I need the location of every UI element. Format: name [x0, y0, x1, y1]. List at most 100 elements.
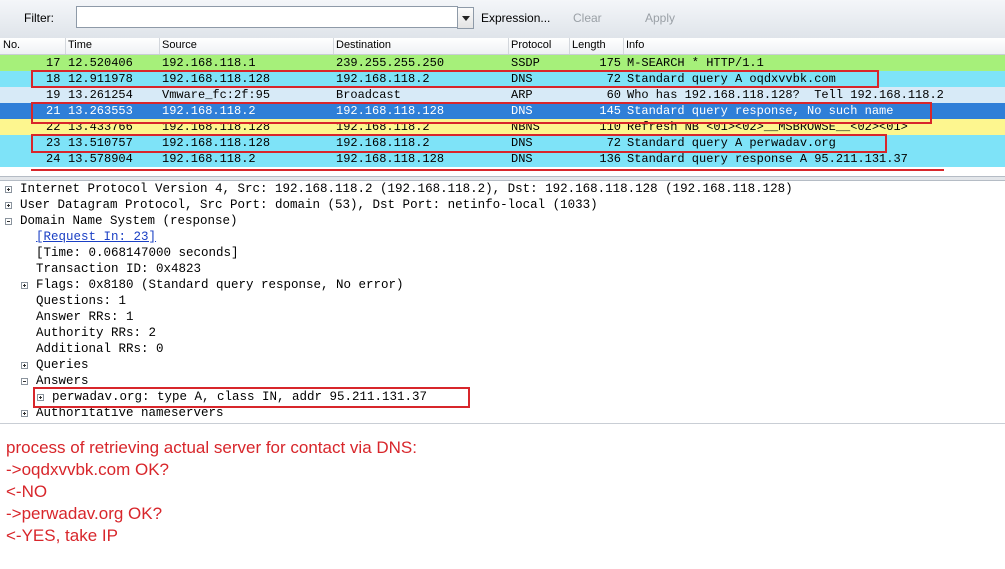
- cell-length: 60: [606, 88, 621, 102]
- expression-button[interactable]: Expression...: [481, 11, 550, 25]
- expand-icon[interactable]: [37, 394, 44, 401]
- packet-row-selected[interactable]: 21 13.263553 192.168.118.2 192.168.118.1…: [0, 103, 1005, 119]
- cell-no: 24: [46, 152, 61, 166]
- cell-source: 192.168.118.2: [162, 152, 256, 166]
- column-header-protocol[interactable]: Protocol: [511, 39, 551, 51]
- expand-icon[interactable]: [21, 362, 28, 369]
- annotation-line: <-YES, take IP: [6, 526, 118, 545]
- expand-icon[interactable]: [5, 202, 12, 209]
- cell-info: Standard query A oqdxvvbk.com: [627, 72, 836, 86]
- cell-protocol: NBNS: [511, 120, 540, 134]
- column-header-destination[interactable]: Destination: [336, 39, 391, 51]
- cell-no: 22: [46, 120, 61, 134]
- cell-no: 18: [46, 72, 61, 86]
- cell-destination: 192.168.118.2: [336, 136, 430, 150]
- annotation-line: ->perwadav.org OK?: [6, 504, 163, 523]
- tree-item-questions: Questions: 1: [36, 294, 127, 308]
- cell-destination: 239.255.255.250: [336, 56, 445, 70]
- column-divider: [623, 38, 624, 54]
- cell-protocol: SSDP: [511, 56, 540, 70]
- filter-dropdown-button[interactable]: [457, 7, 474, 29]
- cell-destination: 192.168.118.2: [336, 72, 430, 86]
- request-in-link[interactable]: [Request In: 23]: [36, 229, 156, 245]
- cell-protocol: ARP: [511, 88, 533, 102]
- tree-item-authority-rrs: Authority RRs: 2: [36, 326, 157, 340]
- cell-destination: 192.168.118.2: [336, 120, 430, 134]
- tree-item-authoritative-ns[interactable]: Authoritative nameservers: [36, 405, 224, 421]
- cell-protocol: DNS: [511, 136, 533, 150]
- cell-destination: 192.168.118.128: [336, 152, 445, 166]
- tree-item-answer-entry[interactable]: perwadav.org: type A, class IN, addr 95.…: [52, 389, 427, 405]
- cell-source: 192.168.118.1: [162, 56, 256, 70]
- packet-row[interactable]: 18 12.911978 192.168.118.128 192.168.118…: [0, 71, 1005, 87]
- cell-protocol: DNS: [511, 104, 533, 118]
- column-divider: [159, 38, 160, 54]
- cell-no: 21: [46, 104, 61, 118]
- annotation-line: process of retrieving actual server for …: [6, 438, 417, 457]
- cell-source: 192.168.118.128: [162, 136, 271, 150]
- tree-item-additional-rrs: Additional RRs: 0: [36, 342, 164, 356]
- highlight-underline: [31, 169, 944, 171]
- tree-item-flags[interactable]: Flags: 0x8180 (Standard query response, …: [36, 277, 404, 293]
- apply-button[interactable]: Apply: [645, 11, 675, 25]
- cell-length: 72: [606, 136, 621, 150]
- pane-divider: [0, 423, 1005, 424]
- tree-item-udp[interactable]: User Datagram Protocol, Src Port: domain…: [20, 197, 598, 213]
- column-divider: [569, 38, 570, 54]
- collapse-icon[interactable]: [21, 378, 28, 385]
- cell-protocol: DNS: [511, 72, 533, 86]
- column-header-info[interactable]: Info: [626, 39, 644, 51]
- packet-row[interactable]: 23 13.510757 192.168.118.128 192.168.118…: [0, 135, 1005, 151]
- tree-item-transaction-id: Transaction ID: 0x4823: [36, 262, 202, 276]
- cell-time: 13.261254: [68, 88, 133, 102]
- cell-source: Vmware_fc:2f:95: [162, 88, 271, 102]
- collapse-icon[interactable]: [5, 218, 12, 225]
- cell-info: Refresh NB <01><02>__MSBROWSE__<02><01>: [627, 120, 908, 134]
- cell-length: 136: [599, 152, 621, 166]
- packet-row[interactable]: 17 12.520406 192.168.118.1 239.255.255.2…: [0, 55, 1005, 71]
- cell-info: Standard query A perwadav.org: [627, 136, 836, 150]
- packet-row[interactable]: 24 13.578904 192.168.118.2 192.168.118.1…: [0, 151, 1005, 167]
- cell-info: Who has 192.168.118.128? Tell 192.168.11…: [627, 88, 944, 102]
- cell-info: Standard query response, No such name: [627, 104, 894, 118]
- cell-info: M-SEARCH * HTTP/1.1: [627, 56, 764, 70]
- cell-time: 13.263553: [68, 104, 133, 118]
- tree-item-answer-rrs: Answer RRs: 1: [36, 310, 134, 324]
- tree-item-ip[interactable]: Internet Protocol Version 4, Src: 192.16…: [20, 181, 793, 197]
- cell-time: 12.520406: [68, 56, 133, 70]
- packet-list-header: No. Time Source Destination Protocol Len…: [0, 38, 1005, 55]
- cell-length: 145: [599, 104, 621, 118]
- filter-toolbar: Filter: Expression... Clear Apply: [0, 0, 1005, 39]
- cell-no: 17: [46, 56, 61, 70]
- column-divider: [333, 38, 334, 54]
- cell-no: 23: [46, 136, 61, 150]
- annotation-line: <-NO: [6, 482, 48, 501]
- packet-row[interactable]: 19 13.261254 Vmware_fc:2f:95 Broadcast A…: [0, 87, 1005, 103]
- tree-item-dns[interactable]: Domain Name System (response): [20, 213, 238, 229]
- cell-destination: Broadcast: [336, 88, 401, 102]
- tree-item-queries[interactable]: Queries: [36, 357, 89, 373]
- cell-time: 13.510757: [68, 136, 133, 150]
- column-header-time[interactable]: Time: [68, 39, 92, 51]
- tree-item-time: [Time: 0.068147000 seconds]: [36, 246, 239, 260]
- tree-item-answers[interactable]: Answers: [36, 373, 89, 389]
- cell-time: 13.578904: [68, 152, 133, 166]
- expand-icon[interactable]: [5, 186, 12, 193]
- column-header-source[interactable]: Source: [162, 39, 197, 51]
- column-divider: [508, 38, 509, 54]
- cell-destination: 192.168.118.128: [336, 104, 445, 118]
- cell-length: 110: [599, 120, 621, 134]
- column-header-no[interactable]: No.: [3, 39, 20, 51]
- cell-time: 13.433766: [68, 120, 133, 134]
- filter-input[interactable]: [76, 6, 458, 28]
- clear-button[interactable]: Clear: [573, 11, 602, 25]
- filter-label: Filter:: [24, 11, 54, 25]
- column-header-length[interactable]: Length: [572, 39, 606, 51]
- column-divider: [65, 38, 66, 54]
- packet-row[interactable]: 22 13.433766 192.168.118.128 192.168.118…: [0, 119, 1005, 135]
- cell-protocol: DNS: [511, 152, 533, 166]
- expand-icon[interactable]: [21, 410, 28, 417]
- cell-length: 175: [599, 56, 621, 70]
- cell-time: 12.911978: [68, 72, 133, 86]
- expand-icon[interactable]: [21, 282, 28, 289]
